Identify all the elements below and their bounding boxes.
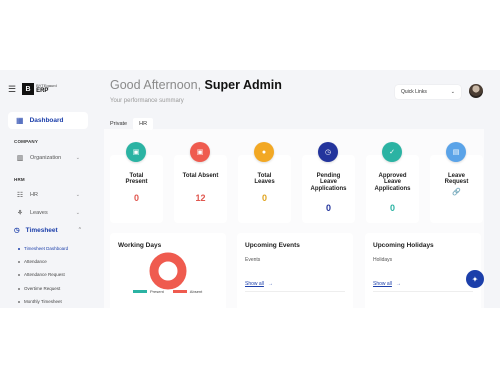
- avatar[interactable]: [469, 84, 483, 98]
- donut-slice-absent: [149, 252, 187, 290]
- dashboard-tabs: Private HR: [104, 118, 154, 130]
- quick-links-label: Quick Links: [401, 89, 427, 95]
- chevron-down-icon: ⌄: [75, 192, 80, 198]
- people-icon: ☷: [16, 192, 24, 199]
- panel-subtitle: Holidays: [373, 257, 393, 263]
- chevron-up-icon: ⌃: [77, 227, 82, 233]
- page-subtitle: Your performance summary: [110, 98, 184, 104]
- coin-icon: ●: [254, 142, 274, 162]
- sidebar-subitem-timesheet-dashboard[interactable]: Timesheet Dashboard: [18, 246, 68, 251]
- tab-hr[interactable]: HR: [133, 118, 154, 130]
- legend-swatch-present: [133, 290, 147, 293]
- working-days-panel: Working Days: [110, 233, 226, 308]
- sidebar-subitem-overtime-request[interactable]: Overtime Request: [18, 286, 60, 291]
- stat-value: 0: [325, 203, 331, 213]
- section-company: COMPANY: [14, 139, 39, 144]
- document-icon: ▤: [446, 142, 466, 162]
- building-icon: ▥: [16, 155, 24, 162]
- stat-label: Total Absent: [182, 173, 219, 179]
- app-frame: ☰ B BYTEgaurd ERP ▦ Dashboard COMPANY ▥ …: [0, 70, 500, 308]
- sidebar-subitem-attendance[interactable]: Attendance: [18, 259, 47, 264]
- sidebar-item-label: Organization: [30, 155, 62, 161]
- stat-value: 0: [133, 193, 139, 203]
- sidebar-item-label: Leaves: [30, 210, 48, 216]
- panel-subtitle: Events: [245, 257, 261, 263]
- upcoming-holidays-panel: Upcoming Holidays Holidays Show all →: [365, 233, 481, 308]
- brand: ☰ B BYTEgaurd ERP: [8, 83, 57, 95]
- divider: [245, 291, 345, 292]
- arrow-right-icon: →: [267, 281, 273, 287]
- sidebar-item-label: Dashboard: [29, 117, 64, 124]
- arrow-right-icon: →: [395, 281, 401, 287]
- section-hrm: HRM: [14, 177, 25, 182]
- logo: B BYTEgaurd ERP: [22, 83, 57, 95]
- chart-legend: Present Absent: [133, 289, 202, 294]
- sidebar-item-label: Timesheet: [25, 226, 58, 234]
- stat-card-pending-leave-applications[interactable]: Pending Leave Applications 0: [302, 155, 355, 223]
- check-circle-icon: ✓: [382, 142, 402, 162]
- user-name: Super Admin: [204, 78, 282, 92]
- panel-title: Working Days: [118, 242, 162, 249]
- panel-title: Upcoming Events: [245, 242, 300, 249]
- legend-swatch-absent: [172, 290, 187, 293]
- divider: [373, 291, 473, 292]
- chevron-down-icon: ⌄: [450, 89, 455, 95]
- stat-label: Pending Leave Applications: [310, 173, 347, 192]
- show-all-link[interactable]: Show all →: [245, 281, 273, 287]
- sidebar-subitem-attendance-request[interactable]: Attendance Request: [18, 272, 65, 277]
- stat-card-total-absent[interactable]: Total Absent 12: [174, 155, 227, 223]
- hamburger-menu-icon[interactable]: ☰: [8, 84, 16, 95]
- tab-private[interactable]: Private: [104, 118, 133, 130]
- sparkle-icon: ✦: [471, 274, 479, 284]
- quick-links-dropdown[interactable]: Quick Links ⌄: [395, 85, 461, 99]
- logo-erp-text: ERP: [36, 88, 49, 94]
- clock-icon: ◷: [14, 227, 20, 234]
- sidebar-item-label: HR: [30, 192, 38, 198]
- sidebar-item-organization[interactable]: ▥ Organization ⌄: [16, 154, 80, 162]
- legend-label-present: Present: [150, 289, 164, 294]
- stat-card-approved-leave-applications[interactable]: Approved Leave Applications 0: [366, 155, 419, 223]
- sidebar-item-timesheet[interactable]: ◷ Timesheet ⌃: [14, 226, 82, 235]
- chevron-down-icon: ⌄: [75, 210, 80, 216]
- stat-label: Total Leaves: [254, 173, 275, 186]
- leaves-icon: ⚘: [16, 210, 24, 217]
- show-all-link[interactable]: Show all →: [373, 281, 401, 287]
- link-icon[interactable]: 🔗: [430, 188, 483, 196]
- stat-card-total-leaves[interactable]: Total Leaves 0: [238, 155, 291, 223]
- stat-label: Leave Request: [444, 173, 469, 186]
- calendar-icon: ▣: [190, 142, 210, 162]
- calendar-icon: ▣: [126, 142, 146, 162]
- stat-label: Approved Leave Applications: [374, 173, 411, 192]
- logo-mark-icon: B: [22, 83, 35, 95]
- working-days-donut-chart: [149, 252, 187, 290]
- sidebar-item-leaves[interactable]: ⚘ Leaves ⌄: [16, 209, 80, 217]
- sidebar-item-hr[interactable]: ☷ HR ⌄: [16, 191, 80, 199]
- page-title: Good Afternoon, Super Admin: [110, 78, 282, 92]
- floating-action-button[interactable]: ✦: [466, 270, 484, 288]
- stat-value: 0: [261, 193, 267, 203]
- chevron-down-icon: ⌄: [75, 155, 80, 161]
- upcoming-events-panel: Upcoming Events Events Show all →: [237, 233, 353, 308]
- dashboard-grid-icon: ▦: [16, 116, 24, 125]
- stat-value: 0: [389, 203, 395, 213]
- sidebar-subitem-monthly-timesheet[interactable]: Monthly Timesheet: [18, 299, 62, 304]
- sidebar-item-dashboard[interactable]: ▦ Dashboard: [8, 112, 88, 129]
- stat-card-leave-request[interactable]: Leave Request 🔗: [430, 155, 483, 223]
- legend-label-absent: Absent: [189, 289, 203, 294]
- stat-value: 12: [195, 193, 206, 203]
- stat-card-total-present[interactable]: Total Present 0: [110, 155, 163, 223]
- panel-title: Upcoming Holidays: [373, 242, 434, 249]
- sidebar: ☰ B BYTEgaurd ERP ▦ Dashboard COMPANY ▥ …: [0, 70, 90, 308]
- stat-label: Total Present: [125, 173, 148, 186]
- clock-icon: ◷: [318, 142, 338, 162]
